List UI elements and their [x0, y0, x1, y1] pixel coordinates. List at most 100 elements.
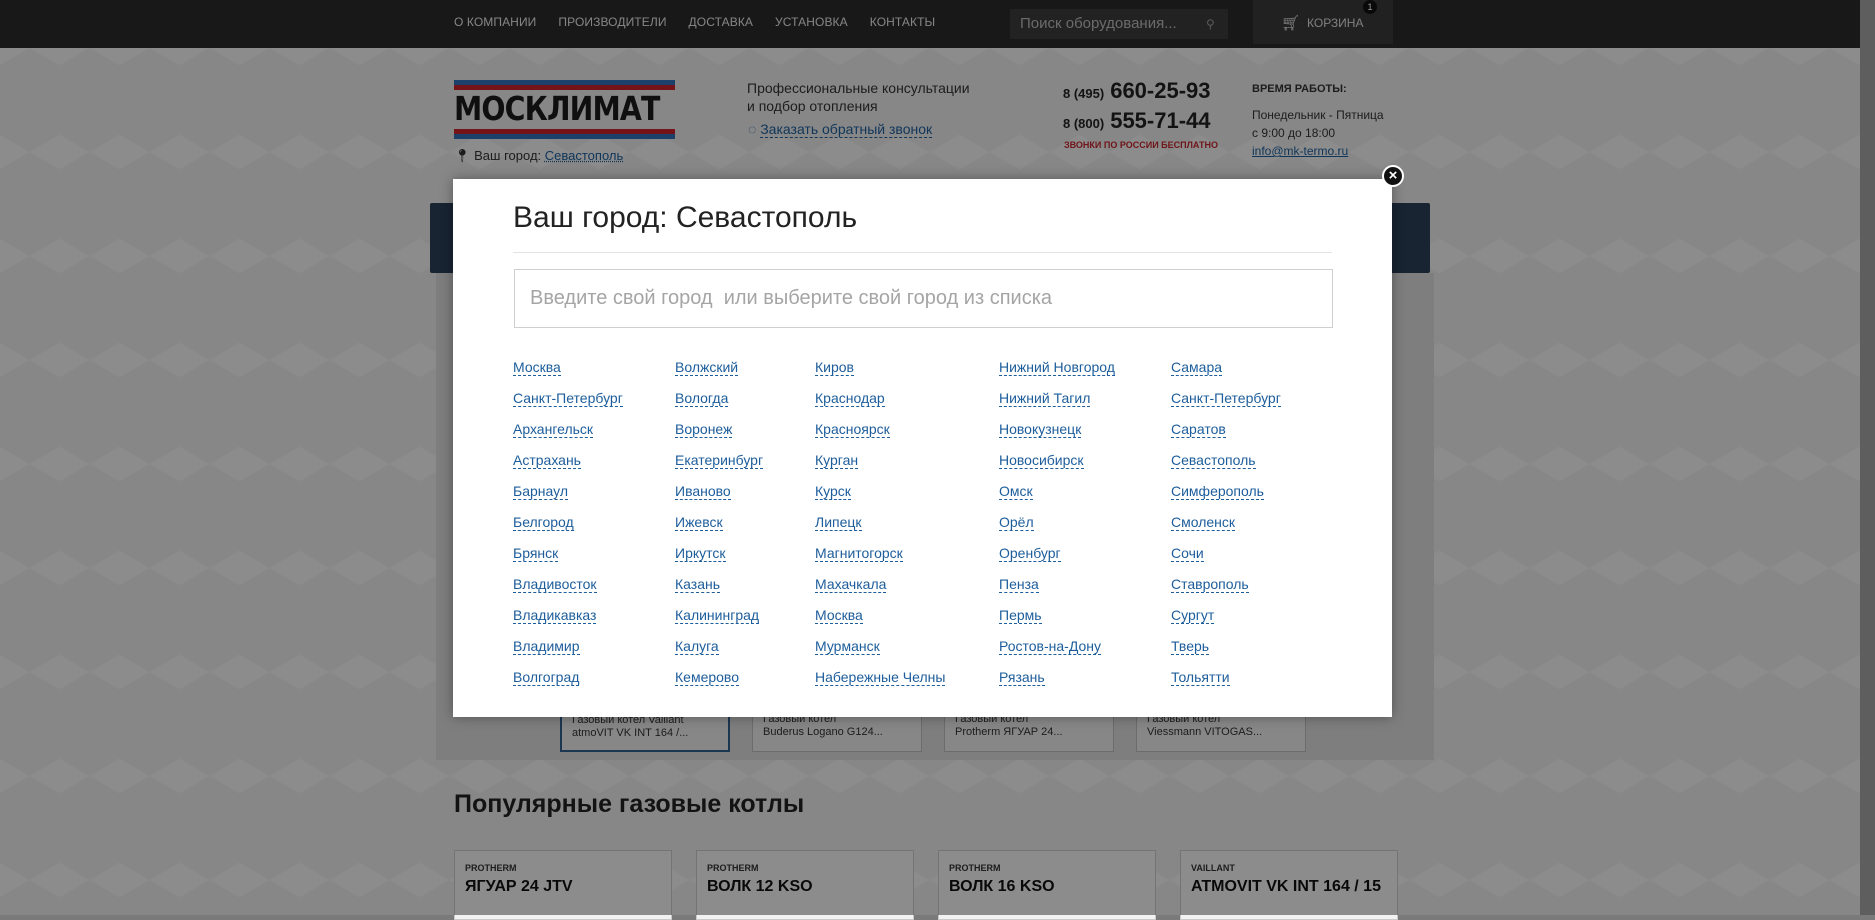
city-link[interactable]: Калининград	[675, 607, 763, 638]
city-link[interactable]: Волгоград	[513, 669, 623, 700]
city-name: Екатеринбург	[675, 452, 764, 469]
city-link[interactable]: Курган	[815, 452, 945, 483]
city-name: Тольятти	[1171, 669, 1230, 686]
city-link[interactable]: Владимир	[513, 638, 623, 669]
city-name: Пермь	[999, 607, 1042, 624]
city-name: Ростов-на-Дону	[999, 638, 1101, 655]
city-link[interactable]: Краснодар	[815, 390, 945, 421]
city-link[interactable]: Вологда	[675, 390, 763, 421]
city-link[interactable]: Тверь	[1171, 638, 1281, 669]
close-icon[interactable]: ×	[1382, 165, 1404, 187]
city-name: Волгоград	[513, 669, 580, 686]
city-link[interactable]: Магнитогорск	[815, 545, 945, 576]
city-link[interactable]: Кемерово	[675, 669, 763, 700]
city-name: Новосибирск	[999, 452, 1084, 469]
city-name: Кемерово	[675, 669, 739, 686]
city-name: Махачкала	[815, 576, 887, 593]
city-name: Владикавказ	[513, 607, 597, 624]
city-link[interactable]: Махачкала	[815, 576, 945, 607]
city-name: Калуга	[675, 638, 719, 655]
city-name: Москва	[513, 359, 561, 376]
city-name: Омск	[999, 483, 1033, 500]
city-link[interactable]: Красноярск	[815, 421, 945, 452]
city-name: Пенза	[999, 576, 1039, 593]
city-link[interactable]: Волжский	[675, 359, 763, 390]
city-link[interactable]: Брянск	[513, 545, 623, 576]
city-link[interactable]: Сургут	[1171, 607, 1281, 638]
modal-title: Ваш город: Севастополь	[513, 201, 858, 234]
city-link[interactable]: Набережные Челны	[815, 669, 946, 700]
city-link[interactable]: Саратов	[1171, 421, 1281, 452]
city-column-5: Самара Санкт-Петербург Саратов Севастопо…	[1171, 359, 1281, 700]
city-name: Москва	[815, 607, 863, 624]
city-link[interactable]: Нижний Новгород	[999, 359, 1115, 390]
city-link[interactable]: Казань	[675, 576, 763, 607]
city-link[interactable]: Санкт-Петербург	[1171, 390, 1281, 421]
city-link[interactable]: Екатеринбург	[675, 452, 764, 483]
city-link[interactable]: Пенза	[999, 576, 1115, 607]
city-link[interactable]: Киров	[815, 359, 945, 390]
city-link[interactable]: Санкт-Петербург	[513, 390, 623, 421]
city-name: Сочи	[1171, 545, 1204, 562]
city-name: Иваново	[675, 483, 731, 500]
city-link[interactable]: Воронеж	[675, 421, 763, 452]
city-name: Волжский	[675, 359, 739, 376]
city-name: Новокузнецк	[999, 421, 1082, 438]
city-name: Сургут	[1171, 607, 1215, 624]
city-link[interactable]: Владивосток	[513, 576, 623, 607]
modal-divider	[513, 252, 1332, 253]
city-link[interactable]: Самара	[1171, 359, 1281, 390]
city-name: Оренбург	[999, 545, 1061, 562]
city-link[interactable]: Сочи	[1171, 545, 1281, 576]
city-link[interactable]: Москва	[815, 607, 945, 638]
city-link[interactable]: Оренбург	[999, 545, 1115, 576]
city-name: Красноярск	[815, 421, 890, 438]
city-name: Вологда	[675, 390, 729, 407]
city-link[interactable]: Барнаул	[513, 483, 623, 514]
city-column-4: Нижний Новгород Нижний Тагил Новокузнецк…	[999, 359, 1115, 700]
city-name: Киров	[815, 359, 854, 376]
city-name: Краснодар	[815, 390, 885, 407]
city-link[interactable]: Ростов-на-Дону	[999, 638, 1115, 669]
city-link[interactable]: Ижевск	[675, 514, 763, 545]
city-name: Мурманск	[815, 638, 880, 655]
city-name: Иркутск	[675, 545, 726, 562]
page-scrollbar[interactable]	[1860, 0, 1875, 915]
city-column-2: Волжский Вологда Воронеж Екатеринбург Ив…	[675, 359, 764, 700]
city-link[interactable]: Мурманск	[815, 638, 945, 669]
city-link[interactable]: Орёл	[999, 514, 1115, 545]
city-name: Курск	[815, 483, 851, 500]
city-link[interactable]: Ставрополь	[1171, 576, 1281, 607]
city-link[interactable]: Тольятти	[1171, 669, 1281, 700]
city-search-input[interactable]	[514, 269, 1333, 328]
city-link[interactable]: Липецк	[815, 514, 945, 545]
city-link[interactable]: Симферополь	[1171, 483, 1281, 514]
city-column-1: Москва Санкт-Петербург Архангельск Астра…	[513, 359, 623, 700]
city-link[interactable]: Калуга	[675, 638, 763, 669]
city-select-modal: Ваш город: Севастополь Москва Санкт-Пете…	[453, 179, 1392, 717]
city-name: Калининград	[675, 607, 760, 624]
city-name: Набережные Челны	[815, 669, 946, 686]
city-link[interactable]: Смоленск	[1171, 514, 1281, 545]
city-link[interactable]: Курск	[815, 483, 945, 514]
city-link[interactable]: Омск	[999, 483, 1115, 514]
city-link[interactable]: Новосибирск	[999, 452, 1115, 483]
city-link[interactable]: Белгород	[513, 514, 623, 545]
city-link[interactable]: Иркутск	[675, 545, 763, 576]
city-link[interactable]: Астрахань	[513, 452, 623, 483]
city-link[interactable]: Севастополь	[1171, 452, 1281, 483]
city-link[interactable]: Новокузнецк	[999, 421, 1115, 452]
city-link[interactable]: Москва	[513, 359, 623, 390]
city-link[interactable]: Архангельск	[513, 421, 623, 452]
city-name: Архангельск	[513, 421, 594, 438]
city-name: Курган	[815, 452, 859, 469]
city-name: Тверь	[1171, 638, 1210, 655]
city-link[interactable]: Иваново	[675, 483, 763, 514]
city-link[interactable]: Пермь	[999, 607, 1115, 638]
city-link[interactable]: Рязань	[999, 669, 1115, 700]
city-name: Нижний Тагил	[999, 390, 1091, 407]
city-link[interactable]: Нижний Тагил	[999, 390, 1115, 421]
city-name: Липецк	[815, 514, 862, 531]
city-name: Магнитогорск	[815, 545, 903, 562]
city-link[interactable]: Владикавказ	[513, 607, 623, 638]
